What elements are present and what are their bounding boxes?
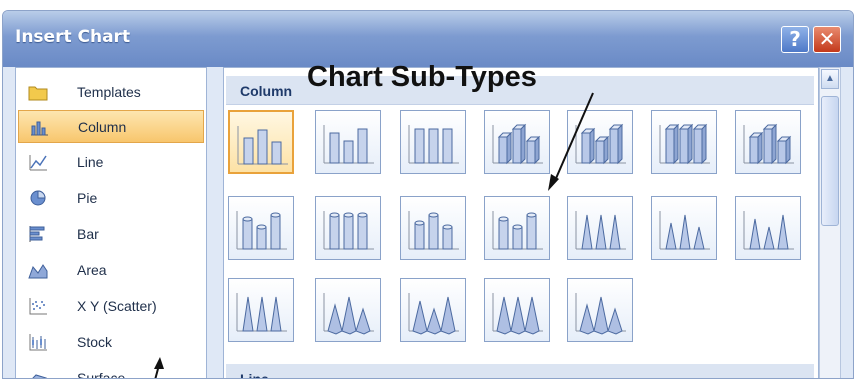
annotation-arrows xyxy=(154,92,594,378)
insert-chart-dialog: Insert Chart ? ✕ Templates Column Line P… xyxy=(2,10,854,379)
background-strip xyxy=(0,0,856,10)
